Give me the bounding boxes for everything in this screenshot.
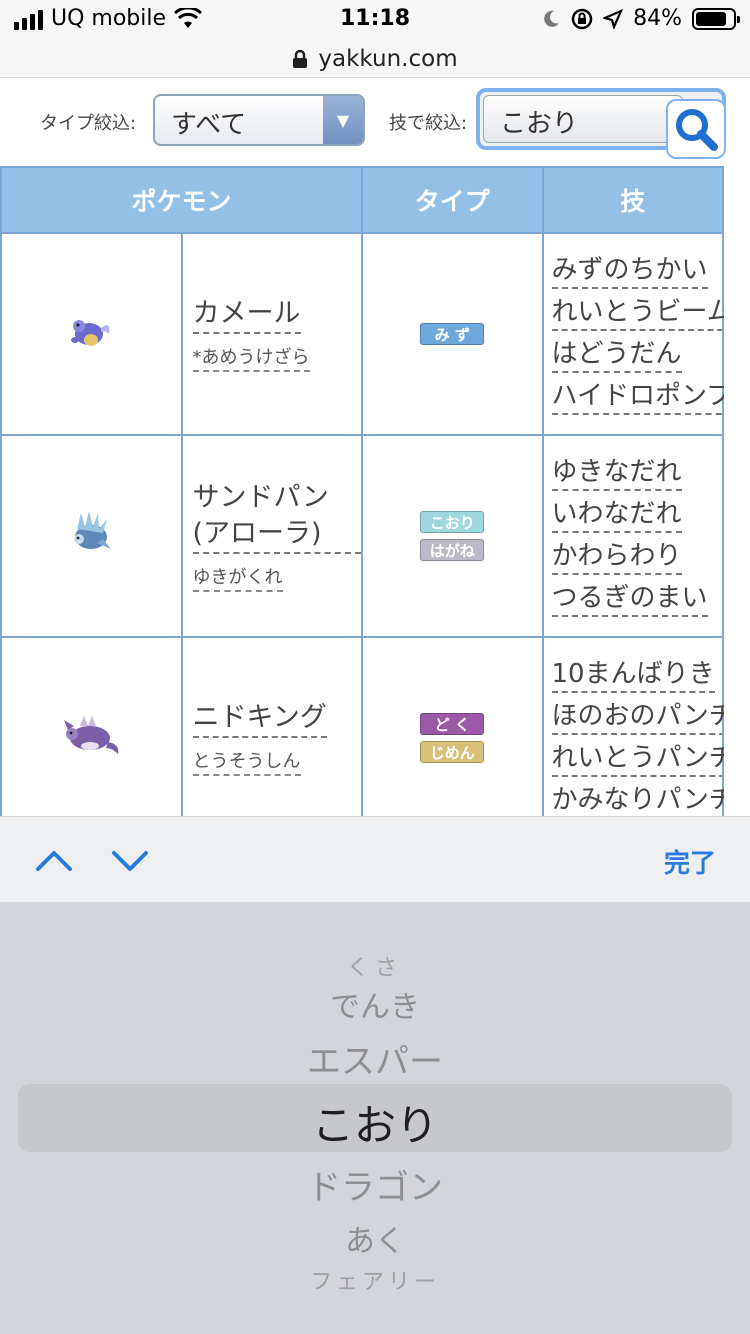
header-moves[interactable]: 技 (541, 166, 724, 234)
picker-item[interactable]: あく (0, 1216, 750, 1260)
picker-item[interactable]: エスパー (0, 1034, 750, 1083)
chevron-up-icon[interactable] (34, 841, 74, 881)
move-link[interactable]: れいとうパンチ (551, 741, 724, 777)
name-cell: サンドパン(アローラ) ゆきがくれ (180, 434, 363, 638)
dropdown-arrow-icon[interactable]: ▼ (323, 96, 363, 144)
move-link[interactable]: はどうだん (551, 337, 682, 373)
battery-fill (696, 11, 727, 26)
picker-toolbar: 完了 (0, 816, 750, 902)
search-button[interactable] (666, 99, 726, 159)
move-filter-field[interactable]: こおり (483, 95, 683, 143)
chevron-down-icon[interactable] (110, 841, 150, 881)
status-bar: UQ mobile 11:18 84% (0, 0, 750, 40)
moves-cell: みずのちかい れいとうビーム はどうだん ハイドロポンプ (541, 232, 724, 436)
move-link[interactable]: かみなりパンチ (552, 783, 725, 816)
type-badge-steel: はがね (420, 539, 485, 561)
type-cell: み ず (361, 232, 544, 436)
picker-item[interactable]: フェアリー (0, 1264, 750, 1296)
moves-cell: ゆきなだれ いわなだれ かわらわり つるぎのまい (541, 434, 724, 638)
picker-item[interactable]: ドラゴン (0, 1160, 750, 1209)
move-link[interactable]: つるぎのまい (551, 581, 708, 617)
lock-icon (293, 49, 308, 68)
type-badge-ground: じめん (420, 741, 485, 763)
battery-percent: 84% (633, 6, 682, 31)
name-cell: カメール *あめうけざら (180, 232, 363, 436)
move-link[interactable]: れいとうビーム (551, 295, 724, 331)
table-header-row: ポケモン タイプ 技 (0, 166, 724, 234)
move-link[interactable]: ゆきなだれ (551, 455, 682, 491)
pokemon-name-link[interactable]: ニドキング (192, 700, 327, 738)
picker-item[interactable]: くさ (0, 950, 750, 982)
pokemon-sprite-icon[interactable] (63, 509, 119, 559)
sprite-cell (0, 434, 183, 638)
url-domain: yakkun.com (318, 45, 458, 72)
type-badge-water: み ず (420, 323, 485, 345)
move-link[interactable]: ほのおのパンチ (551, 699, 724, 735)
moves-cell: 10まんばりき ほのおのパンチ れいとうパンチ かみなりパンチ (541, 636, 725, 816)
moon-icon (544, 10, 560, 27)
move-link[interactable]: みずのちかい (551, 253, 708, 289)
picker-wheel[interactable]: くさ でんき エスパー こおり ドラゴン あく フェアリー (0, 902, 750, 1334)
picker-item[interactable]: でんき (0, 982, 750, 1026)
pokemon-table: ポケモン タイプ 技 カメール *あめうけざら み ず みずのちかい れいとうビ… (0, 166, 724, 816)
pokemon-sprite-icon[interactable] (65, 310, 117, 354)
move-filter-value: こおり (500, 109, 579, 139)
ability-link[interactable]: ゆきがくれ (192, 566, 283, 592)
sprite-cell (0, 636, 183, 816)
move-link[interactable]: 10まんばりき (551, 657, 715, 693)
type-badge-poison: ど く (420, 713, 485, 735)
ability-link[interactable]: とうそうしん (192, 750, 301, 776)
header-type[interactable]: タイプ (361, 166, 544, 234)
pokemon-name-link[interactable]: サンドパン(アローラ) (192, 480, 361, 554)
url-bar[interactable]: yakkun.com (0, 40, 750, 78)
location-arrow-icon (603, 8, 624, 29)
type-cell: ど く じめん (361, 636, 544, 816)
type-cell: こおり はがね (361, 434, 544, 638)
done-button[interactable]: 完了 (664, 843, 716, 880)
move-link[interactable]: かわらわり (551, 539, 682, 575)
type-filter-select[interactable]: すべて ▼ (153, 94, 365, 146)
move-link[interactable]: ハイドロポンプ (551, 379, 724, 415)
type-filter-value: すべて (171, 110, 247, 140)
rotation-lock-icon (571, 8, 593, 29)
search-icon (676, 109, 718, 151)
move-link[interactable]: いわなだれ (551, 497, 682, 533)
filter-row: タイプ絞込: すべて ▼ 技で絞込: こおり (0, 78, 750, 166)
name-cell: ニドキング とうそうしん (180, 636, 363, 816)
battery-icon (692, 7, 740, 30)
table-row: カメール *あめうけざら み ず みずのちかい れいとうビーム はどうだん ハイ… (0, 232, 724, 436)
header-pokemon[interactable]: ポケモン (0, 166, 363, 234)
ability-link[interactable]: *あめうけざら (192, 346, 310, 372)
table-row: サンドパン(アローラ) ゆきがくれ こおり はがね ゆきなだれ いわなだれ かわ… (0, 434, 724, 638)
picker-item-selected[interactable]: こおり (0, 1092, 750, 1153)
type-filter-label: タイプ絞込: (40, 113, 137, 134)
type-badge-ice: こおり (420, 511, 485, 533)
pokemon-name-link[interactable]: カメール (192, 296, 301, 334)
sprite-cell (0, 232, 183, 436)
pokemon-sprite-icon[interactable] (60, 712, 122, 760)
table-row: ニドキング とうそうしん ど く じめん 10まんばりき ほのおのパンチ れいと… (0, 636, 725, 816)
status-right: 84% (541, 6, 740, 31)
move-filter-label: 技で絞込: (389, 113, 468, 134)
